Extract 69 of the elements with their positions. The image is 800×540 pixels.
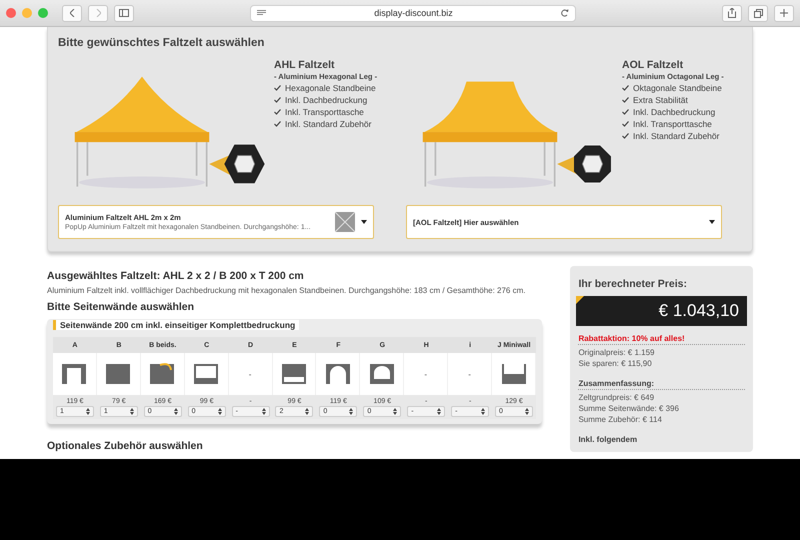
promo-text: Rabattaktion: 10% auf alles! xyxy=(578,334,745,345)
side-wall-icon xyxy=(192,362,220,386)
stepper-icon xyxy=(349,408,354,415)
feature-text: Inkl. Dachbedruckung xyxy=(633,106,716,118)
feature-text: Inkl. Transporttasche xyxy=(633,118,712,130)
tent-name: AHL Faltzelt xyxy=(274,59,336,71)
caret-icon xyxy=(709,220,715,224)
empty-text: - xyxy=(248,370,252,378)
side-wall-icon xyxy=(148,362,176,386)
stepper-icon xyxy=(393,408,398,415)
side-walls-title: Seitenwände 200 cm inkl. einseitiger Komplettbedruckung xyxy=(53,320,300,330)
summary-title: Zusammenfassung: xyxy=(578,379,745,390)
tent-thumbnail-icon xyxy=(335,212,355,232)
price-panel-title: Ihr berechneter Preis: xyxy=(578,278,688,290)
stepper-icon xyxy=(481,408,486,415)
summary-line: Summe Zubehör: € 114 xyxy=(578,414,663,425)
stepper-icon xyxy=(86,408,90,415)
side-wall-icon xyxy=(500,362,528,386)
stepper-icon xyxy=(262,408,266,415)
side-wall-icon xyxy=(280,362,308,386)
feature-text: Inkl. Standard Zubehör xyxy=(285,118,372,130)
summary-line: Summe Seitenwände: € 396 xyxy=(578,403,680,414)
back-button[interactable] xyxy=(62,4,82,22)
savings-line: Originalpreis: € 1.159 xyxy=(578,347,656,358)
panel-title: Bitte gewünschtes Faltzelt auswählen xyxy=(58,37,266,49)
close-window-icon[interactable] xyxy=(6,8,16,18)
reload-icon[interactable] xyxy=(560,9,569,17)
share-icon xyxy=(728,8,736,18)
feature-text: Inkl. Dachbedruckung xyxy=(285,94,368,106)
feature-text: Inkl. Transporttasche xyxy=(285,106,364,118)
empty-text: - xyxy=(424,370,428,378)
address-bar[interactable]: display-discount.biz xyxy=(250,4,576,22)
stepper-icon xyxy=(130,408,134,415)
side-wall-icon xyxy=(104,362,132,386)
feature-text: Oktagonale Standbeine xyxy=(633,82,722,94)
section-heading: Bitte Seitenwände auswählen xyxy=(47,301,196,313)
sidebar-button[interactable] xyxy=(114,4,134,22)
tent-name: AOL Faltzelt xyxy=(622,59,684,71)
total-price: € 1.043,10 xyxy=(576,296,747,326)
tabs-icon xyxy=(754,8,762,18)
savings-line: Sie sparen: € 115,90 xyxy=(578,358,653,369)
corner-icon xyxy=(576,296,584,304)
chevron-left-icon xyxy=(70,9,74,17)
stepper-icon xyxy=(174,408,178,415)
stepper-icon xyxy=(525,408,530,415)
selected-tent-description: Aluminium Faltzelt inkl. vollflächiger Dachbedruckung mit hexagonalen Standbeinen. Durchgangshöhe: 183 cm / Gesamthöhe: 276 cm. xyxy=(47,286,526,295)
feature-text: Extra Stabilität xyxy=(633,94,688,106)
stepper-icon xyxy=(305,408,310,415)
caret-icon xyxy=(361,220,367,224)
feature-text: Inkl. Standard Zubehör xyxy=(633,130,720,142)
side-wall-icon xyxy=(368,362,396,386)
feature-text: Hexagonale Standbeine xyxy=(285,82,376,94)
selected-tent-title: Ausgewähltes Faltzelt: AHL 2 x 2 / B 200 x T 200 cm xyxy=(47,270,305,282)
empty-text: - xyxy=(468,370,471,378)
tabs-button[interactable] xyxy=(748,4,768,22)
side-wall-icon xyxy=(324,362,352,386)
sidebar-icon xyxy=(119,9,129,17)
url-text: display-discount.biz xyxy=(374,8,453,18)
side-wall-icon xyxy=(60,362,88,386)
summary-line: Zeltgrundpreis: € 649 xyxy=(578,392,656,403)
share-button[interactable] xyxy=(722,4,742,22)
section-heading: Optionales Zubehör auswählen xyxy=(47,440,204,452)
stepper-icon xyxy=(218,408,222,415)
chevron-right-icon xyxy=(96,9,100,17)
new-tab-button[interactable] xyxy=(774,4,794,22)
reader-icon[interactable] xyxy=(257,10,266,16)
stepper-icon xyxy=(437,408,442,415)
included-title: Inkl. folgendem xyxy=(578,435,638,445)
plus-icon xyxy=(780,9,788,17)
